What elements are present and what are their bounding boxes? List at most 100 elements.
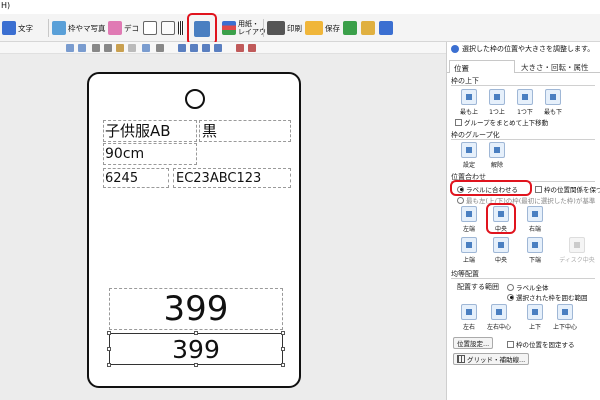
stamp-icon — [343, 21, 357, 35]
radio-dot — [457, 196, 464, 204]
align-right-button[interactable]: 右端 — [523, 206, 547, 233]
resize-handle[interactable] — [281, 347, 285, 351]
sku-field[interactable]: EC23ABC123 — [173, 168, 291, 188]
resize-handle[interactable] — [281, 331, 285, 335]
paste-icon[interactable] — [116, 44, 124, 52]
toolbar-item-save[interactable]: 保存 — [305, 18, 340, 38]
checkbox-box — [535, 185, 542, 193]
align-bottom-button[interactable]: 下端 — [523, 237, 547, 264]
tab-position[interactable]: 位置 — [449, 60, 515, 73]
toolbar-item-paper-layout[interactable]: 用紙・ レイアウト — [222, 18, 273, 38]
zoom-icon[interactable] — [156, 44, 164, 52]
align-to-first-selected-radio[interactable]: 最も左(上/下)の枠(最初に選択した枠)が基準 — [457, 195, 595, 205]
radio-dot — [507, 293, 514, 301]
resize-handle[interactable] — [194, 331, 198, 335]
distribute-horizontal-center-button[interactable]: 左右中心 — [487, 304, 511, 331]
code-field[interactable]: 6245 — [103, 168, 169, 188]
ungroup-icon — [489, 142, 505, 158]
tab-size-rotate-attr[interactable]: 大きさ・回転・属性 — [517, 60, 597, 73]
resize-handle[interactable] — [194, 363, 198, 367]
grid-icon[interactable] — [142, 44, 150, 52]
distribute-selected-range-radio[interactable]: 選択された枠を囲む範囲 — [507, 292, 588, 302]
toolbar-item-print[interactable]: 印刷 — [267, 18, 302, 38]
send-to-back-icon — [545, 89, 561, 105]
distribute-vertical-button[interactable]: 上下 — [523, 304, 547, 331]
label-icon — [361, 21, 375, 35]
disc-center-icon — [569, 237, 585, 253]
toolbar-item-frame-photo[interactable]: 枠やマ写真 — [52, 18, 106, 38]
align-to-label-highlight — [450, 180, 532, 196]
bring-to-front-button[interactable]: 最も上 — [457, 89, 481, 116]
toolbar-divider — [48, 19, 49, 37]
toolbar-item-extra-3[interactable] — [379, 18, 393, 38]
redo-icon[interactable] — [78, 44, 86, 52]
grid-guides-button[interactable]: グリッド・補助線... — [453, 353, 530, 365]
flip-icon[interactable] — [248, 44, 256, 52]
grid-icon — [457, 355, 465, 363]
undo-icon[interactable] — [66, 44, 74, 52]
align-bottom-icon — [527, 237, 543, 253]
hang-tag-label[interactable]: 子供服AB 黒 90cm 6245 EC23ABC123 399 399 — [87, 72, 301, 388]
distribute-horizontal-icon — [461, 304, 477, 320]
price-selected-field[interactable]: 399 — [109, 333, 283, 365]
align-right-icon — [527, 206, 543, 222]
label-canvas: 子供服AB 黒 90cm 6245 EC23ABC123 399 399 — [0, 54, 446, 400]
toolbar-item-deco[interactable]: デコ — [108, 18, 139, 38]
align-middle-v-button[interactable]: 中央 — [489, 237, 513, 264]
bring-to-front-icon — [461, 89, 477, 105]
toolbar-item-extra-1[interactable] — [343, 18, 357, 38]
group-icon[interactable] — [190, 44, 198, 52]
back-icon[interactable] — [214, 44, 222, 52]
resize-handle[interactable] — [107, 331, 111, 335]
position-settings-button[interactable]: 位置設定... — [453, 337, 494, 349]
info-icon — [451, 45, 459, 53]
keep-relative-position-checkbox[interactable]: 枠の位置関係を保つ — [535, 184, 600, 194]
send-backward-icon — [517, 89, 533, 105]
number-icon — [161, 21, 175, 35]
section-divider — [451, 85, 595, 86]
delete-icon[interactable] — [128, 44, 136, 52]
lock-position-checkbox[interactable]: 枠の位置を固定する — [507, 339, 575, 349]
toolbar-item-table[interactable] — [143, 18, 157, 38]
align-top-icon — [461, 237, 477, 253]
product-name-field[interactable]: 子供服AB — [103, 120, 197, 142]
image-frame-icon — [52, 21, 66, 35]
copy-icon[interactable] — [104, 44, 112, 52]
toolbar-item-text[interactable]: 文字 — [2, 18, 33, 38]
align-left-button[interactable]: 左端 — [457, 206, 481, 233]
distribute-label-whole-radio[interactable]: ラベル全体 — [507, 282, 549, 292]
position-adjust-highlight — [187, 13, 217, 45]
checkbox-box — [507, 340, 514, 348]
toolbar-item-number[interactable] — [161, 18, 175, 38]
disc-center-button[interactable]: ディスク中央 — [559, 237, 595, 264]
cut-icon[interactable] — [92, 44, 100, 52]
print-icon — [267, 21, 285, 35]
align-icon[interactable] — [178, 44, 186, 52]
distribute-vertical-center-icon — [557, 304, 573, 320]
send-to-back-button[interactable]: 最も下 — [541, 89, 565, 116]
group-move-checkbox[interactable]: グループをまとめて上下移動 — [455, 117, 548, 127]
toolbar-item-barcode[interactable] — [178, 18, 184, 38]
rotate-icon[interactable] — [236, 44, 244, 52]
resize-handle[interactable] — [107, 363, 111, 367]
color-field[interactable]: 黒 — [199, 120, 291, 142]
distribute-vertical-center-button[interactable]: 上下中心 — [553, 304, 577, 331]
toolbar-item-extra-2[interactable] — [361, 18, 375, 38]
text-icon — [2, 21, 16, 35]
bring-forward-button[interactable]: 1つ上 — [485, 89, 509, 116]
price-large-field[interactable]: 399 — [109, 288, 283, 330]
resize-handle[interactable] — [107, 347, 111, 351]
ungroup-button[interactable]: 解除 — [485, 142, 509, 169]
align-top-button[interactable]: 上端 — [457, 237, 481, 264]
distribute-range-label: 配置する範囲 — [457, 283, 499, 291]
barcode-icon — [178, 21, 184, 35]
send-backward-button[interactable]: 1つ下 — [513, 89, 537, 116]
group-set-button[interactable]: 設定 — [457, 142, 481, 169]
paper-layout-icon — [222, 21, 236, 35]
front-icon[interactable] — [202, 44, 210, 52]
size-field[interactable]: 90cm — [103, 143, 197, 165]
resize-handle[interactable] — [281, 363, 285, 367]
distribute-horizontal-button[interactable]: 左右 — [457, 304, 481, 331]
section-divider — [451, 278, 595, 279]
menu-fragment[interactable]: H) — [1, 1, 10, 10]
